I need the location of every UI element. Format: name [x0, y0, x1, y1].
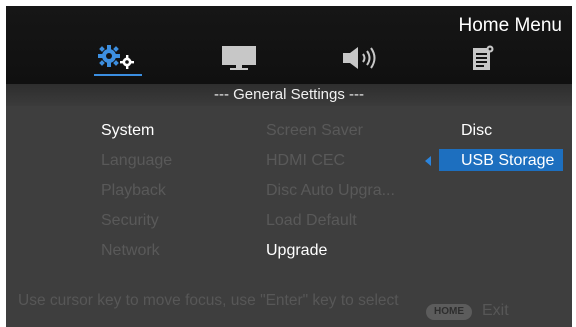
page-title: Home Menu — [458, 15, 563, 36]
upgrade-option-list: Disc USB Storage — [425, 116, 563, 176]
category-playback[interactable]: Playback — [101, 176, 172, 206]
exit-label: Exit — [482, 302, 509, 319]
home-menu-screen: Home Menu --- General Settings --- Syste… — [6, 6, 572, 327]
option-label: USB Storage — [461, 152, 555, 169]
category-security[interactable]: Security — [101, 206, 172, 236]
category-language[interactable]: Language — [101, 146, 172, 176]
item-upgrade[interactable]: Upgrade — [266, 236, 395, 266]
category-network[interactable]: Network — [101, 236, 172, 266]
help-text: Use cursor key to move focus, use "Enter… — [18, 292, 399, 309]
monitor-icon — [222, 46, 256, 70]
section-title: --- General Settings --- — [213, 86, 365, 103]
option-disc[interactable]: Disc — [425, 116, 492, 146]
item-load-default[interactable]: Load Default — [266, 206, 395, 236]
option-usb-storage[interactable]: USB Storage — [425, 146, 563, 176]
speaker-icon — [343, 47, 376, 69]
item-hdmi-cec[interactable]: HDMI CEC — [266, 146, 395, 176]
gear-icon — [98, 45, 134, 69]
system-item-list: Screen Saver HDMI CEC Disc Auto Upgra...… — [266, 116, 395, 266]
tab-audio-settings[interactable] — [341, 44, 381, 80]
category-system[interactable]: System — [101, 116, 172, 146]
tab-information[interactable] — [470, 44, 496, 80]
active-tab-indicator — [94, 74, 142, 76]
home-button[interactable]: HOME — [426, 304, 472, 320]
item-disc-auto-upgrade[interactable]: Disc Auto Upgra... — [266, 176, 395, 206]
document-icon — [473, 45, 494, 70]
item-screen-saver[interactable]: Screen Saver — [266, 116, 395, 146]
tab-display-settings[interactable] — [221, 44, 257, 80]
left-arrow-icon — [425, 156, 431, 166]
category-list: System Language Playback Security Networ… — [101, 116, 172, 266]
